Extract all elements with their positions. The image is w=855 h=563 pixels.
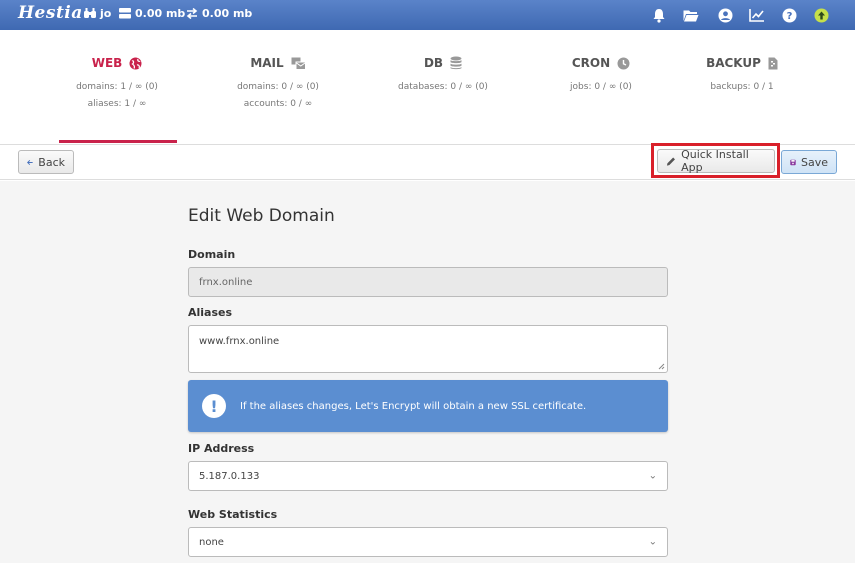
quick-install-highlight xyxy=(651,143,780,178)
tab-mail-label: MAIL xyxy=(250,56,284,70)
folder-icon[interactable] xyxy=(682,6,700,24)
exchange-icon xyxy=(186,8,198,19)
tab-cron[interactable]: CRON jobs: 0 / ∞ (0) xyxy=(541,30,661,144)
arrow-left-icon xyxy=(27,159,33,165)
update-icon[interactable] xyxy=(812,6,830,24)
domain-field: frnx.online xyxy=(188,267,668,297)
disk-stat: 0.00 mb xyxy=(119,7,185,20)
active-tab-indicator xyxy=(59,140,177,143)
tab-mail-domains: domains: 0 / ∞ (0) xyxy=(237,82,319,92)
username: jo xyxy=(100,7,112,20)
domain-value: frnx.online xyxy=(199,276,253,288)
chart-icon[interactable] xyxy=(748,6,766,24)
mail-icon xyxy=(291,57,306,70)
user-stat[interactable]: jo xyxy=(84,7,111,20)
aliases-value: www.frnx.online xyxy=(199,336,280,347)
chevron-down-icon: ⌄ xyxy=(648,536,657,548)
binoculars-icon xyxy=(84,8,96,18)
globe-icon xyxy=(129,57,142,69)
tab-mail[interactable]: MAIL domains: 0 / ∞ (0) accounts: 0 / ∞ xyxy=(218,30,338,144)
tab-mail-accounts: accounts: 0 / ∞ xyxy=(243,99,313,109)
clock-icon xyxy=(617,57,630,69)
page-title: Edit Web Domain xyxy=(188,206,335,226)
file-icon xyxy=(768,57,778,69)
alert-text: If the aliases changes, Let's Encrypt wi… xyxy=(240,400,587,412)
ssl-info-alert: ! If the aliases changes, Let's Encrypt … xyxy=(188,380,668,432)
domain-label: Domain xyxy=(188,248,236,261)
chevron-down-icon: ⌄ xyxy=(648,470,657,482)
tab-cron-jobs: jobs: 0 / ∞ (0) xyxy=(570,82,632,92)
save-button[interactable]: Save xyxy=(781,150,837,174)
top-bar: Hestia jo 0.00 mb 0.00 mb ? xyxy=(0,0,855,30)
tab-db-databases: databases: 0 / ∞ (0) xyxy=(398,82,488,92)
back-label: Back xyxy=(38,155,65,169)
bandwidth-usage: 0.00 mb xyxy=(202,7,253,20)
user-icon[interactable] xyxy=(716,6,734,24)
save-label: Save xyxy=(800,155,828,169)
tab-db[interactable]: DB databases: 0 / ∞ (0) xyxy=(383,30,503,144)
bell-icon[interactable] xyxy=(650,6,668,24)
web-statistics-label: Web Statistics xyxy=(188,508,278,521)
database-icon xyxy=(450,56,462,70)
tab-web[interactable]: WEB domains: 1 / ∞ (0) aliases: 1 / ∞ xyxy=(57,30,177,144)
tab-backup[interactable]: BACKUP backups: 0 / 1 xyxy=(682,30,802,144)
floppy-disk-icon xyxy=(790,159,796,165)
stats-panel: WEB domains: 1 / ∞ (0) aliases: 1 / ∞ MA… xyxy=(0,30,855,144)
ip-address-select[interactable]: 5.187.0.133 ⌄ xyxy=(188,461,668,491)
resize-handle-icon[interactable] xyxy=(658,363,665,370)
web-statistics-select[interactable]: none ⌄ xyxy=(188,527,668,557)
tab-backup-count: backups: 0 / 1 xyxy=(710,82,774,92)
aliases-label: Aliases xyxy=(188,306,233,319)
ip-address-value: 5.187.0.133 xyxy=(199,470,260,482)
bandwidth-stat: 0.00 mb xyxy=(186,7,252,20)
tab-db-label: DB xyxy=(423,56,444,70)
tab-backup-label: BACKUP xyxy=(706,56,761,70)
ip-address-label: IP Address xyxy=(188,442,255,455)
tab-cron-label: CRON xyxy=(571,56,611,70)
tab-web-domains: domains: 1 / ∞ (0) xyxy=(76,82,158,92)
hard-drive-icon xyxy=(119,8,131,19)
tab-web-aliases: aliases: 1 / ∞ xyxy=(87,99,147,109)
tab-web-label: WEB xyxy=(91,56,123,70)
exclamation-icon: ! xyxy=(202,394,226,418)
back-button[interactable]: Back xyxy=(18,150,74,174)
web-statistics-value: none xyxy=(199,536,224,548)
help-icon[interactable]: ? xyxy=(780,6,798,24)
hestia-logo[interactable]: Hestia xyxy=(18,3,83,23)
svg-text:?: ? xyxy=(786,11,792,22)
disk-usage: 0.00 mb xyxy=(135,7,186,20)
aliases-textarea[interactable]: www.frnx.online xyxy=(188,325,668,373)
